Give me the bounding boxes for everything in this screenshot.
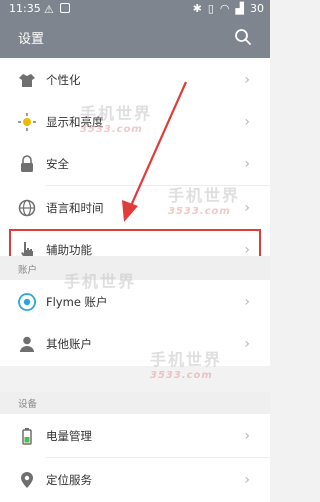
annotation-arrow	[122, 81, 188, 222]
